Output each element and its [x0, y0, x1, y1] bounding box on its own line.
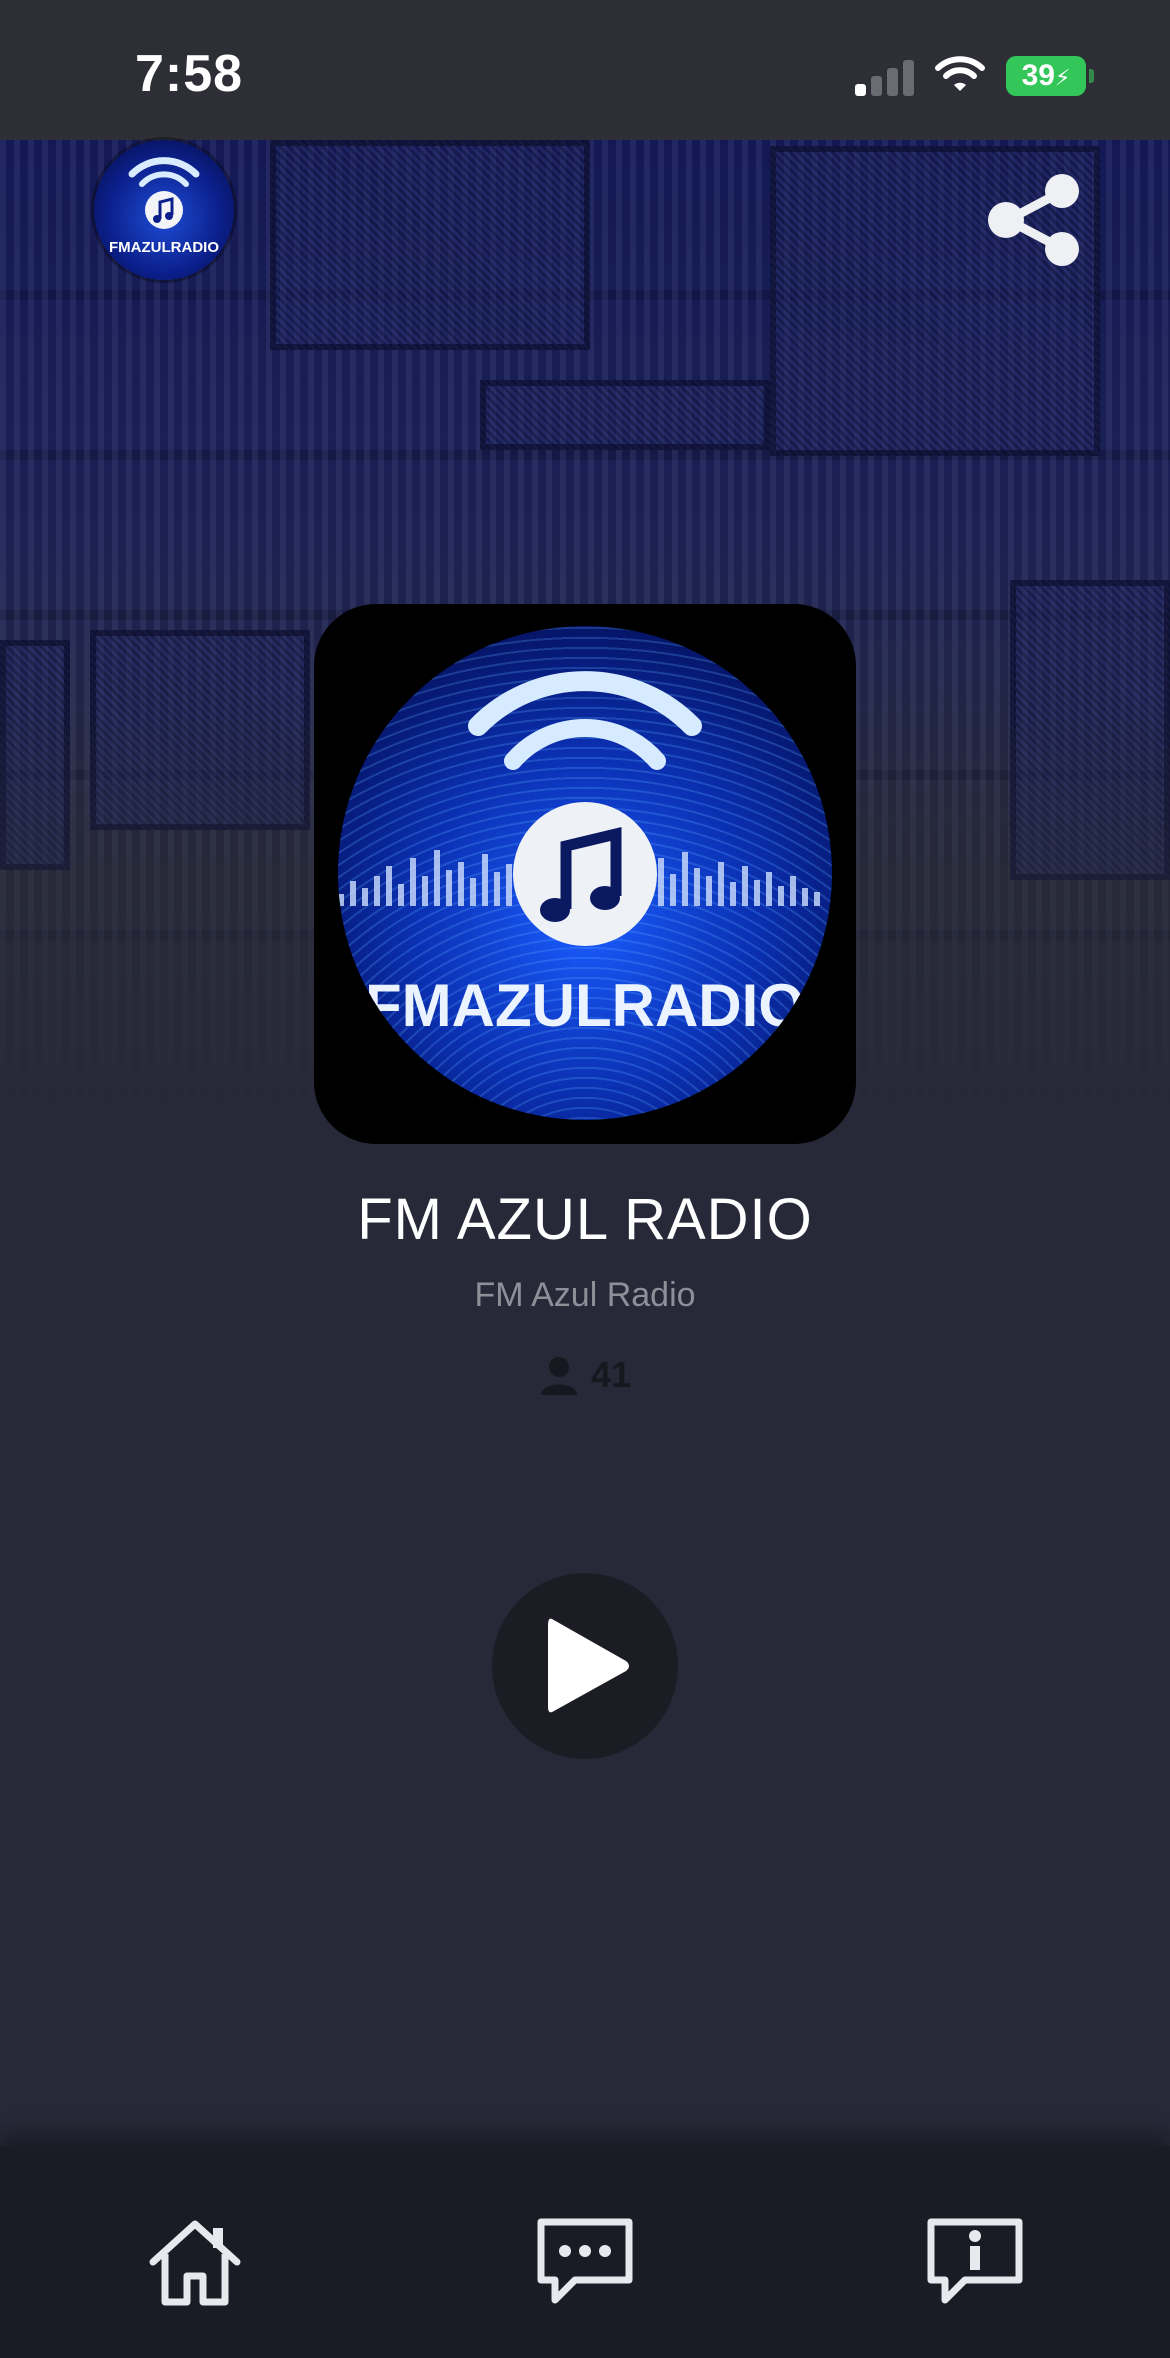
share-icon	[988, 174, 1079, 266]
station-title: FM AZUL RADIO	[357, 1187, 813, 1252]
share-button[interactable]	[984, 170, 1084, 270]
info-icon	[927, 2218, 1023, 2304]
chat-icon	[537, 2218, 633, 2304]
cellular-signal-icon	[855, 58, 915, 96]
battery-level: 39	[1021, 59, 1055, 92]
artwork-brand-text: FMAZULRADIO	[365, 972, 805, 1039]
status-bar: 7:58 39⚡	[0, 0, 1170, 140]
station-subtitle: FM Azul Radio	[474, 1276, 696, 1314]
radio-logo-graphic: FMAZULRADIO	[338, 671, 820, 1039]
battery-indicator: 39⚡	[1006, 56, 1094, 96]
station-artwork: FMAZULRADIO	[314, 604, 856, 1144]
fm-azul-radio-logo-icon: FMAZULRADIO	[109, 157, 219, 256]
station-logo[interactable]: FMAZULRADIO	[94, 140, 234, 280]
svg-text:FMAZULRADIO: FMAZULRADIO	[109, 239, 219, 256]
tab-info[interactable]	[925, 2214, 1025, 2314]
listeners-count-row: 41	[0, 1350, 1170, 1400]
tab-home[interactable]	[145, 2214, 245, 2314]
listeners-count: 41	[590, 1354, 632, 1395]
tab-chat[interactable]	[535, 2214, 635, 2314]
person-icon	[540, 1357, 577, 1395]
home-icon	[149, 2220, 241, 2306]
play-icon	[548, 1618, 629, 1713]
wifi-icon	[935, 56, 985, 91]
tab-bar	[0, 2146, 1170, 2358]
play-button[interactable]	[492, 1573, 678, 1759]
status-time: 7:58	[135, 45, 244, 103]
